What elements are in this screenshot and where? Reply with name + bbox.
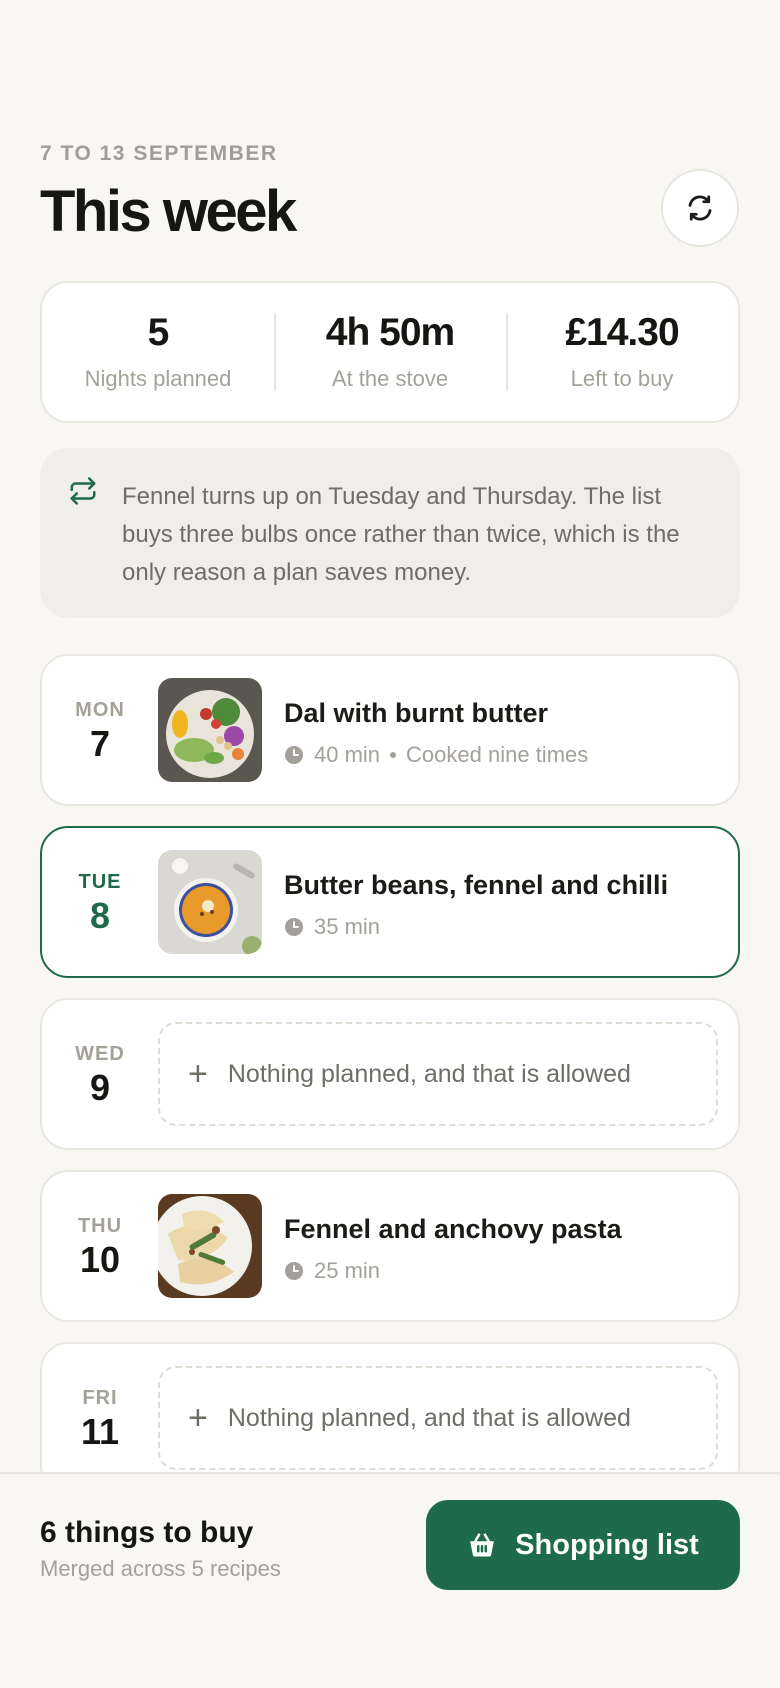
refresh-icon <box>688 195 712 221</box>
week-plan-screen: 7 TO 13 SEPTEMBER This week 5 Nights pla… <box>0 0 780 1688</box>
savings-note: Fennel turns up on Tuesday and Thursday.… <box>40 448 740 618</box>
day-label: WED 9 <box>42 1000 158 1148</box>
clock-icon <box>285 918 303 936</box>
recipe-meta: 35 min <box>284 914 380 940</box>
note-text: Fennel turns up on Tuesday and Thursday.… <box>122 483 680 586</box>
day-label: TUE 8 <box>42 828 158 976</box>
recipe-title: Fennel and anchovy pasta <box>284 1214 622 1244</box>
stat-label: Left to buy <box>570 365 674 391</box>
stat-label: At the stove <box>331 365 449 391</box>
stat-value: £14.30 <box>565 310 679 354</box>
day-name: MON <box>75 698 125 721</box>
day-date: 9 <box>89 1066 111 1108</box>
cook-time: 35 min <box>314 914 381 939</box>
day-card-mon[interactable]: MON 7 Dal with burnt butter 40 min Cooke… <box>40 654 740 806</box>
day-name: THU <box>77 1214 123 1237</box>
shopping-list-button[interactable]: Shopping list <box>426 1500 740 1590</box>
add-meal-slot[interactable]: + Nothing planned, and that is allowed <box>158 1022 718 1126</box>
recipe-thumbnail[interactable] <box>158 678 262 782</box>
day-label: MON 7 <box>42 656 158 804</box>
repeat-icon <box>70 477 96 505</box>
day-name: TUE <box>78 870 122 893</box>
page-title: This week <box>40 179 297 244</box>
recipe-title: Dal with burnt butter <box>284 698 548 728</box>
stat-left-to-buy: £14.30 Left to buy <box>506 283 738 421</box>
separator-dot <box>390 752 397 758</box>
stat-value: 4h 50m <box>325 310 455 354</box>
shopping-list-label: Shopping list <box>515 1528 699 1561</box>
day-card-thu[interactable]: THU 10 Fennel and anchovy pasta 25 min <box>40 1170 740 1322</box>
stat-value: 5 <box>147 310 170 354</box>
day-date: 11 <box>80 1410 120 1452</box>
empty-slot-label: Nothing planned, and that is allowed <box>227 1059 631 1088</box>
clock-icon <box>285 746 303 764</box>
empty-slot-label: Nothing planned, and that is allowed <box>227 1403 631 1432</box>
items-to-buy-count: 6 things to buy <box>40 1516 254 1549</box>
basket-icon <box>470 1533 495 1557</box>
items-to-buy-subtitle: Merged across 5 recipes <box>40 1556 281 1581</box>
stats-card: 5 Nights planned 4h 50m At the stove £14… <box>40 281 740 423</box>
recipe-thumbnail[interactable] <box>158 1194 262 1298</box>
cook-count: Cooked nine times <box>406 742 589 767</box>
plus-icon: + <box>188 1055 208 1093</box>
stat-stove-time: 4h 50m At the stove <box>274 283 506 421</box>
recipe-title: Butter beans, fennel and chilli <box>284 870 669 900</box>
cook-time: 25 min <box>314 1258 381 1283</box>
day-label: FRI 11 <box>42 1344 158 1492</box>
clock-icon <box>285 1262 303 1280</box>
cook-time: 40 min <box>314 742 381 767</box>
add-meal-slot[interactable]: + Nothing planned, and that is allowed <box>158 1366 718 1470</box>
day-name: FRI <box>82 1386 118 1409</box>
shopping-footer: 6 things to buy Merged across 5 recipes … <box>0 1472 780 1688</box>
stat-nights: 5 Nights planned <box>42 283 274 421</box>
refresh-button[interactable] <box>661 169 739 247</box>
stat-label: Nights planned <box>84 365 232 391</box>
plus-icon: + <box>188 1399 208 1437</box>
day-date: 10 <box>79 1238 121 1280</box>
recipe-thumbnail[interactable] <box>158 850 262 954</box>
day-card-tue[interactable]: TUE 8 Butter beans, fennel and chilli 35… <box>40 826 740 978</box>
recipe-meta: 25 min <box>284 1258 380 1284</box>
day-date: 8 <box>89 894 111 936</box>
day-name: WED <box>75 1042 125 1065</box>
day-card-wed: WED 9 + Nothing planned, and that is all… <box>40 998 740 1150</box>
recipe-meta: 40 min Cooked nine times <box>284 742 588 768</box>
day-label: THU 10 <box>42 1172 158 1320</box>
day-date: 7 <box>89 722 111 764</box>
date-range: 7 TO 13 SEPTEMBER <box>40 142 278 165</box>
